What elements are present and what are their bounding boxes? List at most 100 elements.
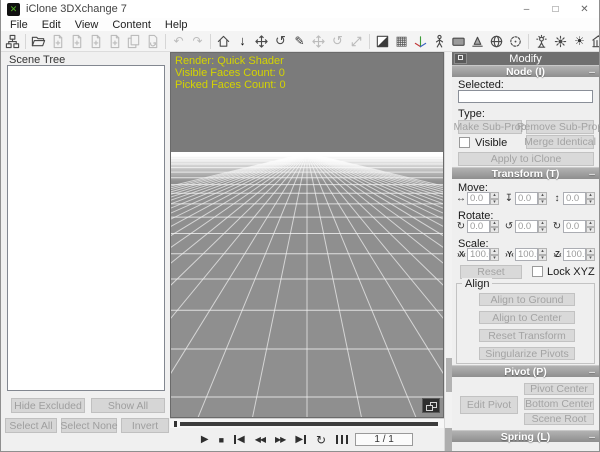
singularize-pivots-button[interactable]: Singularize Pivots [479,347,575,360]
scale-y-field[interactable]: 100.0 [515,248,538,261]
hide-excluded-button[interactable]: Hide Excluded [11,398,85,413]
go-to-last-button[interactable]: ▶ [295,433,306,447]
wireframe-sphere-icon[interactable] [488,33,505,50]
scale-y-down-button[interactable]: ▾ [538,255,547,262]
loop-button[interactable]: ↻ [316,433,326,447]
select-all-button[interactable]: Select All [5,418,57,433]
undo-icon[interactable]: ↶ [170,33,187,50]
image-plane-icon[interactable] [450,33,467,50]
apply-to-iclone-button[interactable]: Apply to iClone [458,152,594,166]
timeline-bar[interactable] [180,422,438,426]
section-header-transform[interactable]: Transform (T) – [452,167,599,179]
move-z-down-button[interactable]: ▾ [586,199,595,206]
undock-panel-button[interactable] [454,53,467,64]
redo-icon[interactable]: ↷ [189,33,206,50]
remove-sub-prop-button[interactable]: Remove Sub-Prop [526,120,594,134]
close-button[interactable]: ✕ [570,0,599,18]
bottom-center-button[interactable]: Bottom Center [524,398,594,410]
section-header-node[interactable]: Node (I) – [452,65,599,77]
go-to-first-button[interactable]: ◀ [234,433,245,447]
move-tool-icon[interactable] [310,33,327,50]
select-none-button[interactable]: Select None [61,418,117,433]
rotate-y-field[interactable]: 0.0 [515,220,538,233]
camera-view-button[interactable] [422,398,440,413]
move-y-field[interactable]: 0.0 [515,192,538,205]
move-z-field[interactable]: 0.0 [563,192,586,205]
next-frame-button[interactable]: ▶▶ [275,433,285,447]
collapse-icon[interactable]: – [589,366,595,378]
timeline[interactable] [170,418,444,428]
show-all-button[interactable]: Show All [91,398,165,413]
invert-button[interactable]: Invert [121,418,169,433]
rotate-y-down-button[interactable]: ▾ [538,227,547,234]
stop-button[interactable]: ■ [219,433,224,447]
previous-frame-button[interactable]: ◀◀ [255,433,265,447]
export-all-icon[interactable] [125,33,142,50]
rotate-tool-icon[interactable]: ↺ [329,33,346,50]
menu-item-help[interactable]: Help [158,19,195,31]
scale-z-down-button[interactable]: ▾ [586,255,595,262]
lock-xyz-checkbox[interactable] [532,266,543,277]
viewport-3d[interactable]: Render: Quick ShaderVisible Faces Count:… [170,52,444,418]
play-button[interactable]: ▶ [201,433,209,447]
timeline-handle[interactable] [174,421,177,427]
align-to-ground-button[interactable]: Align to Ground [479,293,575,306]
visible-checkbox[interactable] [459,137,470,148]
scene-tree-list[interactable] [7,65,165,391]
align-to-center-button[interactable]: Align to Center [479,311,575,324]
scene-root-button[interactable]: Scene Root [524,413,594,425]
rotate-x-down-button[interactable]: ▾ [490,227,499,234]
scale-tool-icon[interactable] [348,33,365,50]
menu-item-view[interactable]: View [68,19,106,31]
section-header-spring[interactable]: Spring (L) – [452,430,599,442]
file-export-icon-a[interactable] [49,33,66,50]
file-export-icon-b[interactable] [68,33,85,50]
move-x-down-button[interactable]: ▾ [490,199,499,206]
file-export-icon-d[interactable] [106,33,123,50]
home-camera-icon[interactable] [215,33,232,50]
collapse-icon[interactable]: – [589,168,595,180]
rotate-z-field[interactable]: 0.0 [563,220,586,233]
grid-toggle-icon[interactable]: ▦ [393,33,410,50]
cone-display-icon[interactable] [469,33,486,50]
axis-display-icon[interactable] [412,33,429,50]
stage-display-icon[interactable] [590,33,599,50]
move-y-down-button[interactable]: ▾ [538,199,547,206]
scale-x-field[interactable]: 100.0 [467,248,490,261]
menu-item-content[interactable]: Content [105,19,158,31]
menu-item-edit[interactable]: Edit [35,19,68,31]
minimize-button[interactable]: – [512,0,541,18]
reset-button[interactable]: Reset [460,265,522,279]
move-x-field[interactable]: 0.0 [467,192,490,205]
menu-item-file[interactable]: File [3,19,35,31]
collapse-icon[interactable]: – [589,66,595,78]
open-file-icon[interactable] [30,33,47,50]
zoom-fit-icon[interactable]: ↓ [234,33,251,50]
file-export-icon-c[interactable] [87,33,104,50]
pivot-center-button[interactable]: Pivot Center [524,383,594,395]
rotate-x-field[interactable]: 0.0 [467,220,490,233]
edit-pivot-button[interactable]: Edit Pivot [460,396,518,414]
background-toggle-icon[interactable] [374,33,391,50]
frame-step-button[interactable] [336,433,348,447]
scale-z-field[interactable]: 100.0 [563,248,586,261]
pick-tool-icon[interactable]: ✎ [291,33,308,50]
pan-camera-icon[interactable] [253,33,270,50]
dummy-sphere-icon[interactable] [507,33,524,50]
orbit-camera-icon[interactable]: ↺ [272,33,289,50]
reset-transform-button[interactable]: Reset Transform [479,329,575,342]
character-display-icon[interactable] [431,33,448,50]
light-a-icon[interactable] [533,33,550,50]
maximize-button[interactable]: □ [541,0,570,18]
rotate-z-down-button[interactable]: ▾ [586,227,595,234]
merge-identical-button[interactable]: Merge Identical [526,135,594,149]
update-model-icon[interactable] [144,33,161,50]
section-header-pivot[interactable]: Pivot (P) – [452,365,599,377]
scene-tree-icon[interactable] [4,33,21,50]
selected-node-field[interactable] [458,90,593,103]
collapse-icon[interactable]: – [589,431,595,443]
sun-light-icon[interactable]: ☀ [571,33,588,50]
make-sub-prop-button[interactable]: Make Sub-Prop [458,120,522,134]
scale-x-down-button[interactable]: ▾ [490,255,499,262]
light-b-icon[interactable] [552,33,569,50]
